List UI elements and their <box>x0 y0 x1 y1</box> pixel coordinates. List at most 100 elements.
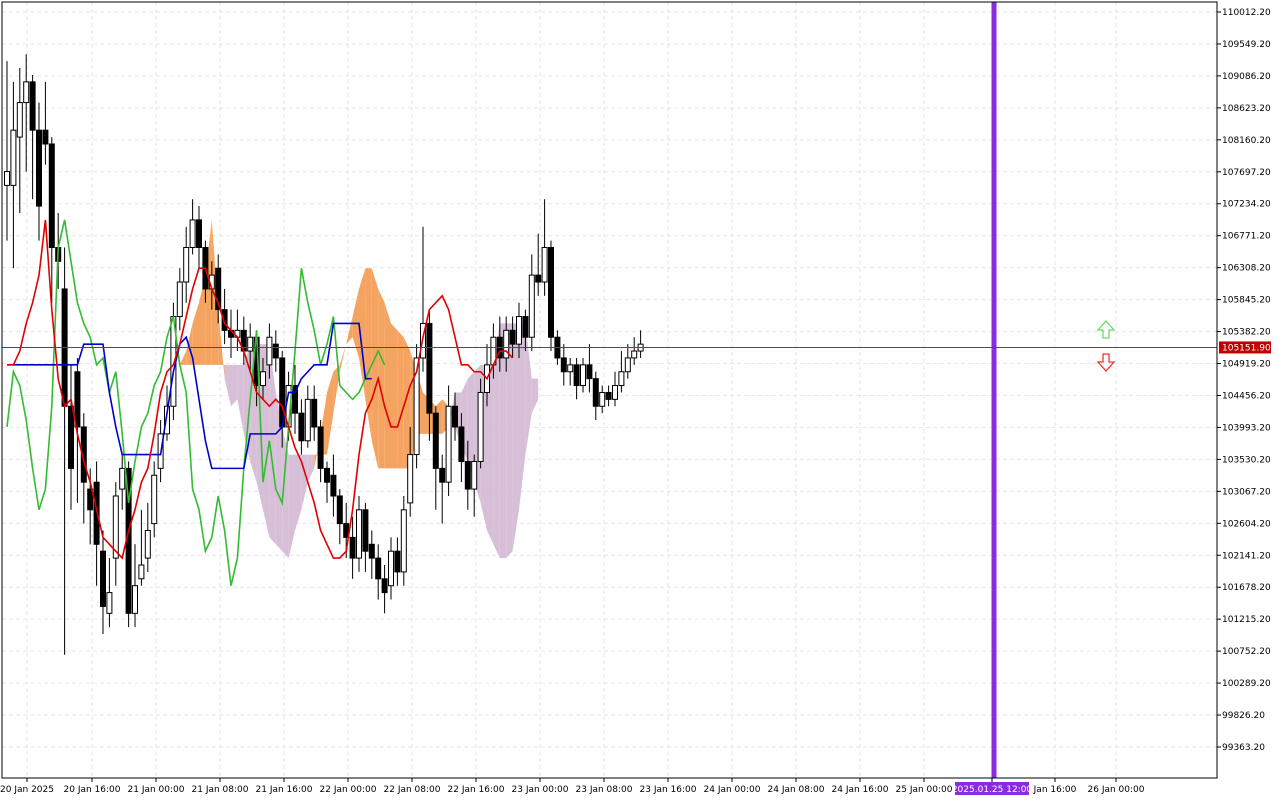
cloud-segment-bear <box>499 323 507 559</box>
candle-bear[interactable] <box>42 129 49 145</box>
candle-bear[interactable] <box>68 405 74 469</box>
candle-bull[interactable] <box>541 247 548 283</box>
y-tick-label: 103993.20 <box>1222 423 1271 433</box>
x-tick-label: 24 Jan 16:00 <box>832 785 889 795</box>
candle-bear[interactable] <box>336 495 343 525</box>
candle-bull[interactable] <box>528 274 535 338</box>
candle-bear[interactable] <box>362 509 369 552</box>
candle-bull[interactable] <box>10 129 17 186</box>
candle-bull[interactable] <box>119 467 126 490</box>
candle-bear[interactable] <box>426 322 433 414</box>
candle-bull[interactable] <box>624 357 631 373</box>
candle-bear[interactable] <box>36 129 42 207</box>
candle-bear[interactable] <box>535 274 542 283</box>
candle-bear[interactable] <box>573 364 580 387</box>
candle-bull[interactable] <box>388 550 394 587</box>
candle-bull[interactable] <box>151 474 158 525</box>
candle-bear[interactable] <box>100 550 106 607</box>
candle-bear[interactable] <box>458 426 465 462</box>
candle-bear[interactable] <box>349 536 356 559</box>
candle-bear[interactable] <box>560 357 567 373</box>
y-tick-label: 100752.20 <box>1222 647 1271 657</box>
candle-bull[interactable] <box>618 371 625 387</box>
candle-bull[interactable] <box>189 219 196 249</box>
candle-bull[interactable] <box>23 81 30 104</box>
candle-bear[interactable] <box>548 247 554 338</box>
candle-bull[interactable] <box>516 316 522 345</box>
cloud-segment-bull <box>384 302 391 469</box>
candle-bull[interactable] <box>132 585 138 614</box>
y-tick-label: 109086.20 <box>1222 72 1271 82</box>
y-tick-label: 99363.20 <box>1222 743 1265 753</box>
candle-bear[interactable] <box>509 329 516 345</box>
candle-bull[interactable] <box>16 102 23 138</box>
candle-bear[interactable] <box>298 412 305 442</box>
candle-bear[interactable] <box>196 219 202 249</box>
cloud-segment-bear <box>231 364 238 407</box>
x-tick-label: 25 Jan 00:00 <box>896 785 953 795</box>
candle-bear[interactable] <box>317 426 324 469</box>
candle-bull[interactable] <box>304 398 311 442</box>
candle-bull[interactable] <box>176 281 183 318</box>
x-tick-label: 24 Jan 00:00 <box>704 785 761 795</box>
candle-bull[interactable] <box>567 364 574 373</box>
candle-bull[interactable] <box>4 171 10 186</box>
y-tick-label: 105382.20 <box>1222 328 1271 338</box>
y-tick-label: 107697.20 <box>1222 168 1271 178</box>
candle-bull[interactable] <box>400 509 407 573</box>
candle-bear[interactable] <box>586 364 593 380</box>
candle-bear[interactable] <box>381 578 388 594</box>
candle-bull[interactable] <box>631 350 638 359</box>
candle-bear[interactable] <box>311 398 318 428</box>
candle-bull[interactable] <box>580 364 586 387</box>
candle-bull[interactable] <box>183 247 190 283</box>
x-tick-label: 21 Jan 16:00 <box>256 785 313 795</box>
x-tick-label: 21 Jan 08:00 <box>192 785 249 795</box>
candle-bear[interactable] <box>375 557 382 580</box>
candle-bull[interactable] <box>260 371 266 387</box>
candle-bear[interactable] <box>272 343 279 359</box>
candle-bull[interactable] <box>356 509 362 559</box>
candle-bull[interactable] <box>138 564 145 580</box>
candle-bull[interactable] <box>247 336 254 352</box>
y-tick-label: 106771.20 <box>1222 232 1271 242</box>
y-tick-label: 100289.20 <box>1222 679 1271 689</box>
y-tick-label: 107234.20 <box>1222 200 1271 210</box>
y-tick-label: 104919.20 <box>1222 360 1271 370</box>
y-tick-label: 108160.20 <box>1222 136 1271 146</box>
candle-bear[interactable] <box>29 81 36 131</box>
candle-bull[interactable] <box>144 529 151 559</box>
candle-bear[interactable] <box>605 391 612 400</box>
candle-bear[interactable] <box>48 143 55 249</box>
candle-bull[interactable] <box>407 454 414 504</box>
chart-canvas[interactable]: 110012.20 109549.20 109086.20 108623.20 1081… <box>0 0 1280 800</box>
x-tick-label: 23 Jan 16:00 <box>640 785 697 795</box>
candle-bear[interactable] <box>432 412 439 469</box>
cloud-segment-bull <box>397 330 404 469</box>
candle-bear[interactable] <box>522 316 529 338</box>
ichimoku-chart[interactable]: 110012.20 109549.20 109086.20 108623.20 1081… <box>0 0 1280 800</box>
x-tick-label: 22 Jan 00:00 <box>320 785 377 795</box>
candle-bear[interactable] <box>592 378 599 407</box>
x-tick-label: 22 Jan 08:00 <box>384 785 441 795</box>
candle-bear[interactable] <box>324 467 330 483</box>
candle-bull[interactable] <box>612 385 618 400</box>
candle-bull[interactable] <box>477 391 484 462</box>
candle-bull[interactable] <box>471 460 478 490</box>
candle-bear[interactable] <box>74 371 81 428</box>
candle-bull[interactable] <box>445 405 452 483</box>
candle-bull[interactable] <box>106 592 113 614</box>
y-tick-label: 101215.20 <box>1222 615 1271 625</box>
candle-bear[interactable] <box>439 467 446 483</box>
candle-bear[interactable] <box>368 543 375 559</box>
candle-bear[interactable] <box>394 550 401 573</box>
candle-bear[interactable] <box>452 405 458 428</box>
cloud-segment-bull <box>391 323 398 469</box>
y-tick-label: 104456.20 <box>1222 391 1271 401</box>
candle-bull[interactable] <box>599 391 606 407</box>
current-price-label: 105151.90 <box>1222 343 1271 353</box>
y-tick-label: 106308.20 <box>1222 264 1271 274</box>
candle-bull[interactable] <box>266 336 273 366</box>
candle-bear[interactable] <box>464 460 471 490</box>
candle-bear[interactable] <box>330 474 337 497</box>
